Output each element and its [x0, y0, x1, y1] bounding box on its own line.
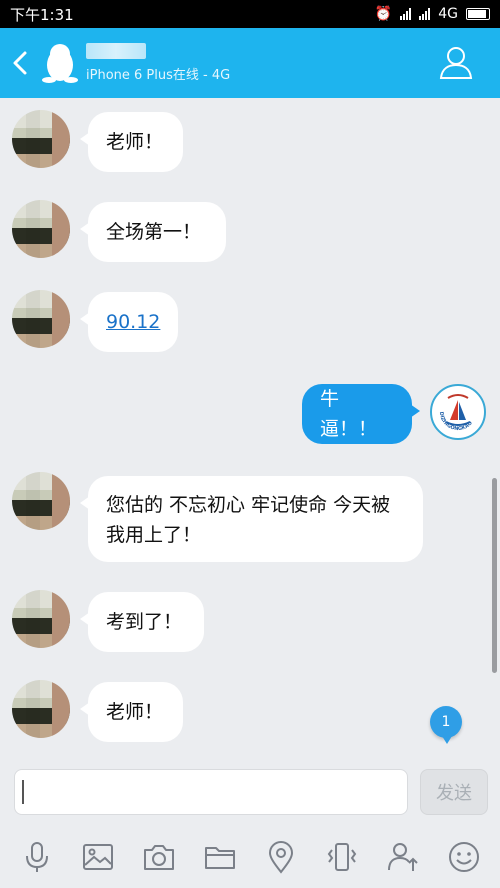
signal-icon — [400, 8, 412, 20]
emoji-icon[interactable] — [444, 837, 484, 877]
location-icon[interactable] — [261, 837, 301, 877]
shake-icon[interactable] — [322, 837, 362, 877]
message-bubble[interactable]: 您估的 不忘初心 牢记使命 今天被我用上了！ — [80, 476, 423, 562]
avatar[interactable] — [12, 200, 70, 258]
message-bubble[interactable]: 老师！ — [80, 112, 183, 172]
message-link[interactable]: 90.12 — [80, 292, 178, 352]
status-bar: 下午1:31 ⏰ 4G — [0, 0, 500, 28]
avatar[interactable] — [12, 590, 70, 648]
avatar[interactable] — [12, 290, 70, 348]
qq-penguin-icon — [42, 44, 78, 83]
chat-list[interactable]: 老师！ 全场第一！ 90.12 牛逼！！ DIZHIGONGKAO 您估的 不忘… — [0, 98, 500, 760]
message-input[interactable] — [14, 769, 408, 815]
avatar[interactable] — [12, 680, 70, 738]
camera-icon[interactable] — [139, 837, 179, 877]
contact-name-redacted — [86, 43, 146, 59]
device-status: iPhone 6 Plus在线 - 4G — [86, 68, 231, 83]
unread-badge[interactable]: 1 — [430, 706, 462, 744]
scrollbar[interactable] — [492, 478, 497, 673]
battery-icon — [466, 8, 490, 20]
network-type: 4G — [438, 6, 458, 22]
avatar[interactable] — [12, 472, 70, 530]
avatar[interactable] — [12, 110, 70, 168]
signal-icon — [419, 8, 431, 20]
input-bar: 发送 — [0, 760, 500, 820]
image-icon[interactable] — [78, 837, 118, 877]
message-bubble[interactable]: 考到了！ — [80, 592, 204, 652]
chat-title: iPhone 6 Plus在线 - 4G — [86, 43, 230, 83]
message-bubble-mine[interactable]: 牛逼！！ — [302, 384, 420, 444]
profile-button[interactable] — [436, 42, 476, 82]
status-time: 下午1:31 — [10, 5, 74, 24]
send-button[interactable]: 发送 — [420, 769, 488, 815]
person-icon — [439, 47, 473, 79]
input-toolbar — [0, 826, 500, 888]
status-icons: ⏰ 4G — [375, 6, 490, 22]
chevron-left-icon — [13, 51, 27, 75]
chat-header: iPhone 6 Plus在线 - 4G — [0, 28, 500, 98]
back-button[interactable] — [0, 28, 40, 98]
message-bubble[interactable]: 老师！ — [80, 682, 183, 742]
contact-share-icon[interactable] — [383, 837, 423, 877]
my-avatar[interactable]: DIZHIGONGKAO — [430, 384, 486, 440]
alarm-icon: ⏰ — [374, 6, 393, 22]
mic-icon[interactable] — [17, 837, 57, 877]
text-caret — [22, 780, 24, 804]
message-bubble[interactable]: 全场第一！ — [80, 202, 226, 262]
folder-icon[interactable] — [200, 837, 240, 877]
logo-icon: DIZHIGONGKAO — [434, 388, 482, 436]
